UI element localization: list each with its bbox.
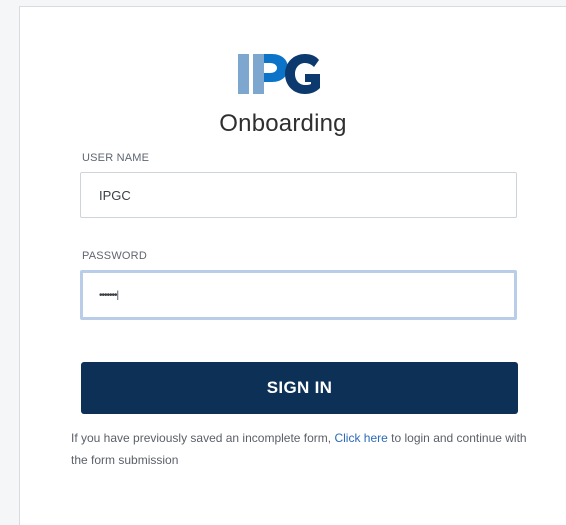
sign-in-button[interactable]: SIGN IN [81,362,518,414]
click-here-link[interactable]: Click here [334,431,387,445]
app-title: Onboarding [219,110,347,137]
help-text-before: If you have previously saved an incomple… [71,431,335,445]
password-input[interactable] [80,270,517,320]
help-text: If you have previously saved an incomple… [71,427,531,471]
username-label: USER NAME [82,152,150,164]
ipg-logo [238,54,320,94]
login-page: Onboarding USER NAME PASSWORD SIGN IN If… [0,0,566,525]
username-input[interactable] [80,172,517,218]
password-label: PASSWORD [82,250,147,262]
